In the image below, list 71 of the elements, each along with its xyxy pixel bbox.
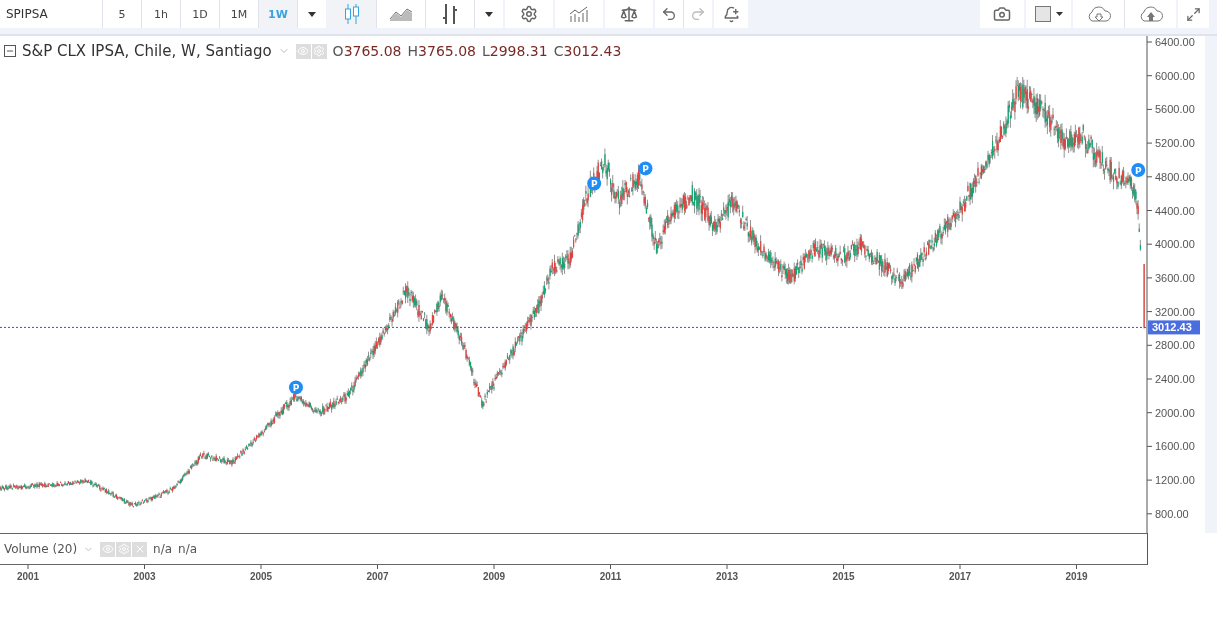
- price-tick-label: 4800.00: [1155, 170, 1195, 183]
- time-tick-label: 2015: [832, 571, 855, 582]
- fullscreen-button[interactable]: [1178, 0, 1209, 28]
- symbol-field[interactable]: SPIPSA: [0, 0, 102, 28]
- ohlc-key: L: [481, 43, 490, 59]
- price-tick-label: 2000.00: [1155, 406, 1195, 419]
- indicators-icon: [569, 6, 589, 22]
- chart-type-dropdown-button[interactable]: [475, 0, 503, 28]
- bars-icon: [442, 4, 458, 24]
- time-tick-label: 2001: [16, 571, 40, 582]
- price-tick-label: 5200.00: [1155, 137, 1195, 150]
- interval-button[interactable]: 1D: [181, 0, 219, 28]
- time-tick-label: 2009: [482, 571, 506, 582]
- save-button[interactable]: [1125, 0, 1176, 28]
- ohlc-value: 3765.08: [418, 43, 476, 59]
- price-tick-label: 6000.00: [1155, 69, 1195, 82]
- collapse-icon[interactable]: [4, 45, 16, 57]
- last-price-label: 3012.43: [1148, 320, 1200, 335]
- price-tick-label: 3600.00: [1155, 271, 1195, 284]
- color-picker-button[interactable]: [1026, 0, 1071, 28]
- ohlc-key: H: [407, 43, 419, 59]
- color-swatch-icon: [1034, 6, 1063, 22]
- area-chart-icon: [390, 7, 412, 21]
- interval-button[interactable]: 1M: [220, 0, 258, 28]
- caret-icon: [308, 11, 316, 17]
- screenshot-button[interactable]: [980, 0, 1024, 28]
- price-tick-label: 4400.00: [1155, 204, 1195, 217]
- interval-button[interactable]: 1h: [142, 0, 180, 28]
- caret-icon: [485, 11, 493, 17]
- load-button[interactable]: [1073, 0, 1124, 28]
- fullscreen-icon: [1186, 6, 1201, 22]
- price-tick-label: 1200.00: [1155, 474, 1195, 487]
- ohlc-key: C: [553, 43, 564, 59]
- price-tick-label: 6400.00: [1155, 36, 1195, 48]
- candles-button[interactable]: [328, 0, 376, 28]
- volume-value: n/a: [153, 542, 173, 556]
- price-tick-label: 3200.00: [1155, 305, 1195, 318]
- volume-value: n/a: [178, 542, 198, 556]
- camera-icon: [993, 5, 1011, 23]
- price-tick-label: 1600.00: [1155, 440, 1195, 453]
- chart-title: S&P CLX IPSA, Chile, W, Santiago: [22, 42, 272, 60]
- ohlc-value: 3012.43: [563, 43, 622, 59]
- price-tick-label: 2400.00: [1155, 373, 1195, 385]
- scale-icon: [620, 5, 638, 23]
- time-tick-label: 2019: [1065, 571, 1088, 582]
- price-tick-label: 5600.00: [1155, 103, 1195, 116]
- interval-dropdown-button[interactable]: [298, 0, 326, 28]
- time-tick-label: 2017: [948, 571, 972, 582]
- settings-button[interactable]: [505, 0, 553, 28]
- redo-icon: [690, 6, 706, 22]
- ohlc-key: O: [332, 43, 344, 59]
- undo-icon: [661, 6, 677, 22]
- time-tick-label: 2005: [249, 571, 273, 582]
- compare-button[interactable]: [605, 0, 653, 28]
- price-tick-label: 800.00: [1155, 507, 1189, 520]
- price-tick-label: 2800.00: [1155, 339, 1195, 352]
- time-tick-label: 2011: [599, 571, 622, 582]
- bars-button[interactable]: [426, 0, 474, 28]
- volume-title: Volume (20): [4, 542, 78, 556]
- time-tick-label: 2013: [715, 571, 739, 582]
- candlestick-icon: [344, 4, 360, 24]
- undo-button[interactable]: [655, 0, 683, 28]
- settings-icon: [520, 5, 538, 23]
- time-tick-label: 2007: [366, 571, 389, 582]
- ohlc-value: 3765.08: [343, 43, 402, 59]
- time-tick-label: 2003: [133, 571, 156, 582]
- bell-icon: [722, 5, 740, 23]
- ohlc-value: 2998.31: [489, 43, 548, 59]
- interval-button[interactable]: 5: [103, 0, 141, 28]
- price-tick-label: 4000.00: [1155, 238, 1195, 251]
- alert-button[interactable]: [714, 0, 748, 28]
